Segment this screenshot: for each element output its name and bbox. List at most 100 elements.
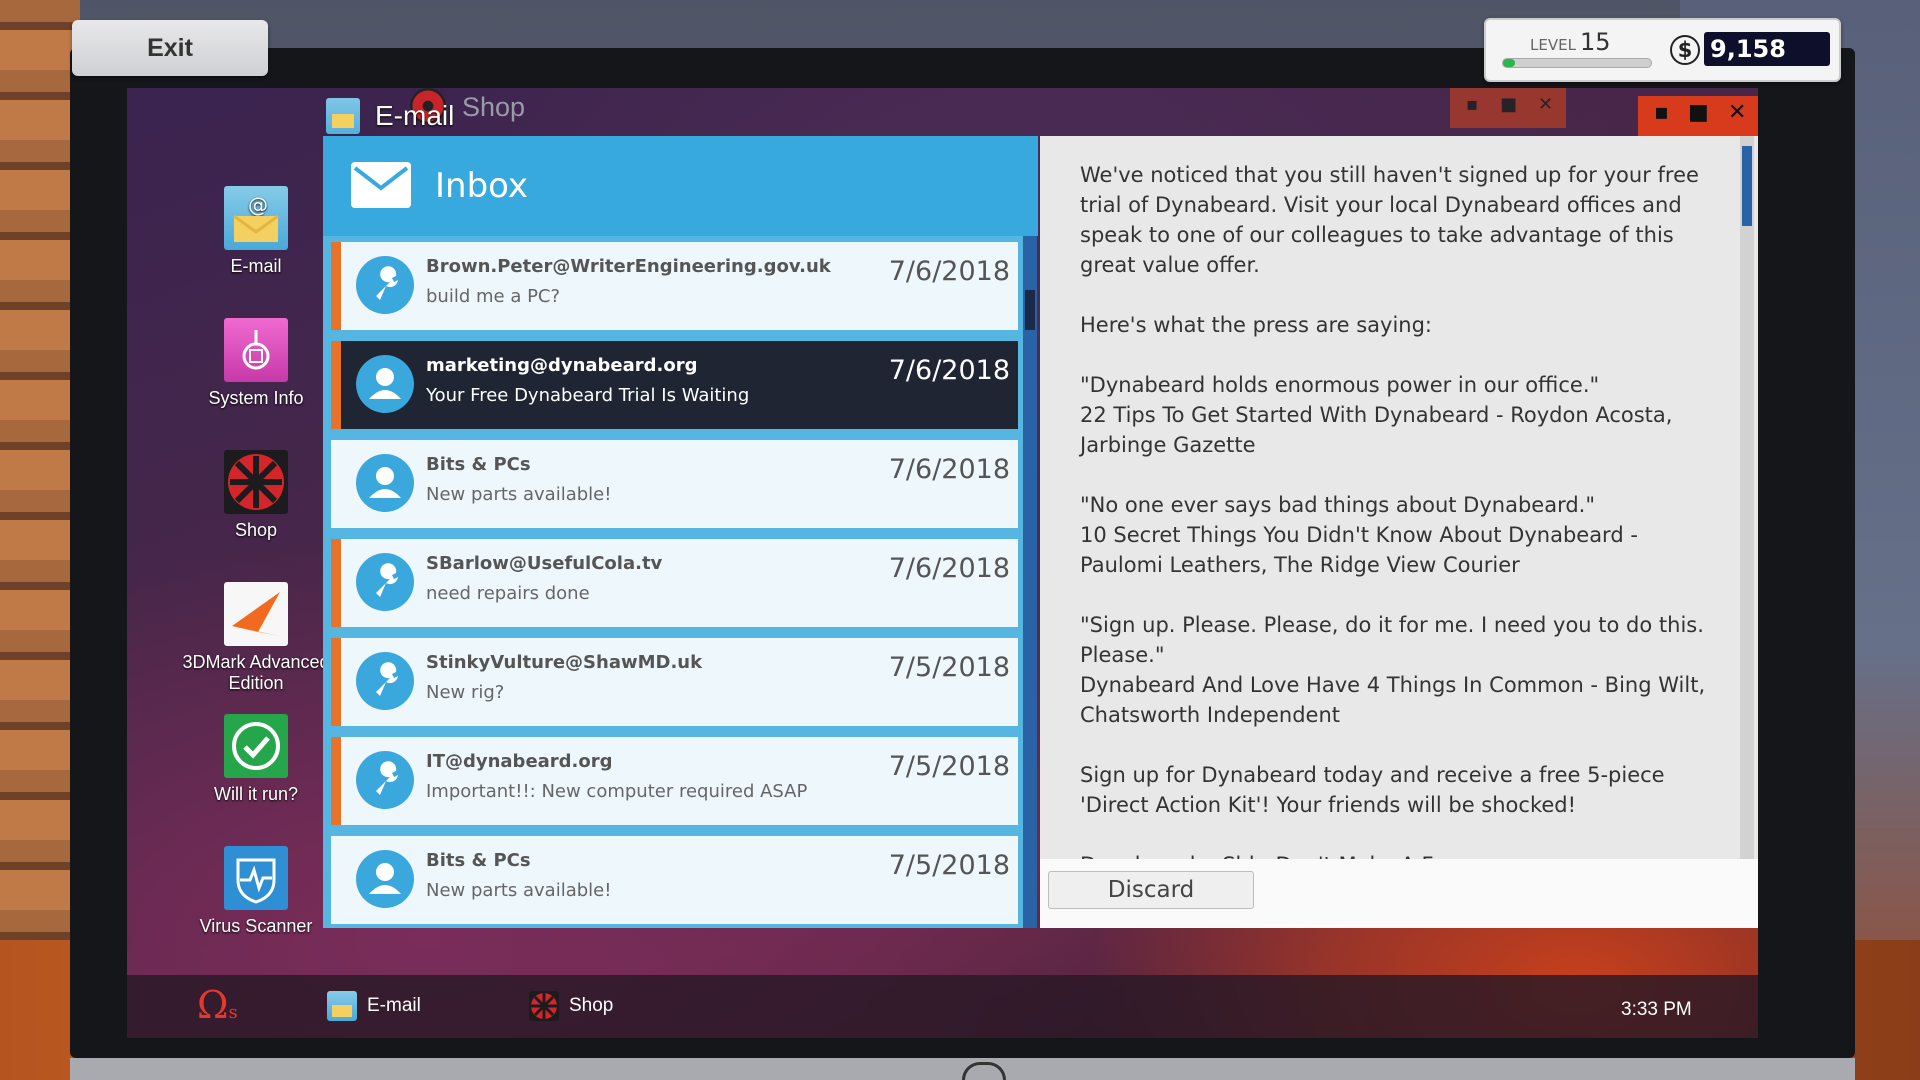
message-actions: Discard — [1040, 859, 1758, 928]
svg-text:@: @ — [248, 193, 268, 217]
message-row[interactable]: Bits & PCs New parts available! 7/5/2018 — [331, 836, 1018, 924]
desktop-icon-virus-scanner[interactable]: Virus Scanner — [176, 846, 336, 937]
message-row[interactable]: Brown.Peter@WriterEngineering.gov.uk bui… — [331, 242, 1018, 330]
envelope-icon — [351, 162, 411, 208]
desktop-icon-label: E-mail — [230, 256, 282, 276]
desktop-icon-shop[interactable]: Shop — [176, 450, 336, 541]
message-body-scrollbar[interactable] — [1740, 136, 1754, 859]
minimize-icon[interactable]: ▪ — [1654, 100, 1669, 125]
wrench-icon — [356, 256, 414, 314]
message-body-paragraph: Here's what the press are saying: — [1080, 313, 1432, 337]
message-from: IT@dynabeard.org — [426, 751, 613, 772]
unread-marker — [331, 242, 341, 330]
email-icon — [326, 98, 360, 134]
desktop-icon-3dmark[interactable]: 3DMark Advanced Edition — [176, 582, 336, 694]
level-value: 15 — [1580, 28, 1611, 56]
checkmark-icon — [224, 714, 288, 778]
dollar-icon: $ — [1670, 35, 1700, 65]
message-subject: Your Free Dynabeard Trial Is Waiting — [426, 385, 750, 406]
email-window-title: E-mail — [375, 100, 455, 131]
message-row-selected[interactable]: marketing@dynabeard.org Your Free Dynabe… — [331, 341, 1018, 429]
message-body: We've noticed that you still haven't sig… — [1040, 136, 1740, 859]
message-list-scroll-thumb[interactable] — [1025, 290, 1035, 330]
message-list-scrollbar[interactable] — [1023, 236, 1037, 928]
desktop-icon-label: Shop — [234, 520, 278, 540]
desktop-icon-will-it-run[interactable]: Will it run? — [176, 714, 336, 805]
message-subject: New rig? — [426, 682, 505, 703]
message-date: 7/5/2018 — [888, 751, 1010, 782]
message-row[interactable]: StinkyVulture@ShawMD.uk New rig? 7/5/201… — [331, 638, 1018, 726]
message-row[interactable]: IT@dynabeard.org Important!!: New comput… — [331, 737, 1018, 825]
virus-scanner-icon — [224, 846, 288, 910]
unread-marker — [331, 638, 341, 726]
inbox-header: Inbox — [323, 136, 1038, 236]
level-label: LEVEL — [1530, 36, 1576, 54]
message-from: Bits & PCs — [426, 850, 531, 871]
desktop-icon-system-info[interactable]: System Info — [176, 318, 336, 409]
money-balance: 9,158 — [1704, 32, 1830, 66]
wrench-icon — [356, 652, 414, 710]
email-window-controls: ▪ ■ ✕ — [1638, 96, 1758, 136]
message-subject: Important!!: New computer required ASAP — [426, 781, 808, 802]
player-hud: LEVEL 15 $ 9,158 — [1484, 18, 1841, 82]
inbox-title: Inbox — [435, 166, 529, 206]
desktop-icon-email[interactable]: @ E-mail — [176, 186, 336, 277]
message-body-scroll-thumb[interactable] — [1742, 146, 1752, 226]
message-from: StinkyVulture@ShawMD.uk — [426, 652, 703, 673]
shop-icon — [529, 991, 559, 1021]
message-subject: need repairs done — [426, 583, 590, 604]
room-wall-left — [0, 0, 80, 1080]
os-logo-suffix: s — [228, 1002, 238, 1023]
unread-marker — [331, 737, 341, 825]
desktop-icon-label: System Info — [208, 388, 304, 408]
email-icon — [327, 991, 357, 1021]
unread-marker — [331, 341, 341, 429]
desktop-icon-label: Virus Scanner — [199, 916, 313, 936]
message-body-paragraph: Sign up for Dynabeard today and receive … — [1080, 763, 1665, 817]
email-window: E-mail ▪ ■ ✕ Inbox Brown.Peter@WriterEng… — [323, 90, 1758, 928]
xp-progress-fill — [1503, 59, 1515, 67]
wrench-icon — [356, 553, 414, 611]
unread-marker — [331, 539, 341, 627]
message-from: marketing@dynabeard.org — [426, 355, 698, 376]
discard-button[interactable]: Discard — [1048, 871, 1254, 909]
message-row[interactable]: SBarlow@UsefulCola.tv need repairs done … — [331, 539, 1018, 627]
xp-progress-bar — [1502, 58, 1652, 68]
desktop-icon-label: Will it run? — [213, 784, 298, 804]
message-body-paragraph: We've noticed that you still haven't sig… — [1080, 163, 1699, 277]
os-start-button[interactable]: Ωs — [197, 983, 238, 1027]
email-titlebar[interactable]: E-mail ▪ ■ ✕ — [323, 90, 1758, 136]
system-info-icon — [224, 318, 288, 382]
taskbar-item-label: Shop — [569, 995, 614, 1016]
message-date: 7/6/2018 — [888, 553, 1010, 584]
message-body-paragraph: "Sign up. Please. Please, do it for me. … — [1080, 613, 1706, 727]
taskbar-item-label: E-mail — [367, 995, 421, 1016]
wrench-icon — [356, 751, 414, 809]
message-body-paragraph: "No one ever says bad things about Dynab… — [1080, 493, 1638, 577]
message-list: Brown.Peter@WriterEngineering.gov.uk bui… — [323, 236, 1023, 928]
taskbar-clock: 3:33 PM — [1621, 999, 1692, 1020]
person-icon — [356, 355, 414, 413]
message-date: 7/5/2018 — [888, 850, 1010, 881]
message-subject: New parts available! — [426, 484, 612, 505]
email-icon: @ — [224, 186, 288, 250]
message-from: SBarlow@UsefulCola.tv — [426, 553, 663, 574]
message-date: 7/6/2018 — [888, 355, 1010, 386]
close-icon[interactable]: ✕ — [1728, 100, 1746, 125]
message-from: Bits & PCs — [426, 454, 531, 475]
message-subject: New parts available! — [426, 880, 612, 901]
message-date: 7/5/2018 — [888, 652, 1010, 683]
os-logo-omega: Ω — [197, 983, 229, 1027]
message-body-paragraph: "Dynabeard holds enormous power in our o… — [1080, 373, 1673, 457]
exit-button[interactable]: Exit — [72, 20, 268, 76]
message-body-paragraph: Dynabeard... Shh. Don't Make A Fuzz. — [1080, 850, 1710, 859]
message-row[interactable]: Bits & PCs New parts available! 7/6/2018 — [331, 440, 1018, 528]
message-reader: We've noticed that you still haven't sig… — [1040, 136, 1758, 928]
message-from: Brown.Peter@WriterEngineering.gov.uk — [426, 256, 831, 277]
person-icon — [356, 850, 414, 908]
desktop-icon-label: 3DMark Advanced Edition — [182, 652, 330, 693]
message-date: 7/6/2018 — [888, 454, 1010, 485]
taskbar: Ωs E-mail Shop 3:33 PM — [127, 975, 1758, 1038]
shop-icon — [224, 450, 288, 514]
maximize-icon[interactable]: ■ — [1688, 100, 1709, 125]
